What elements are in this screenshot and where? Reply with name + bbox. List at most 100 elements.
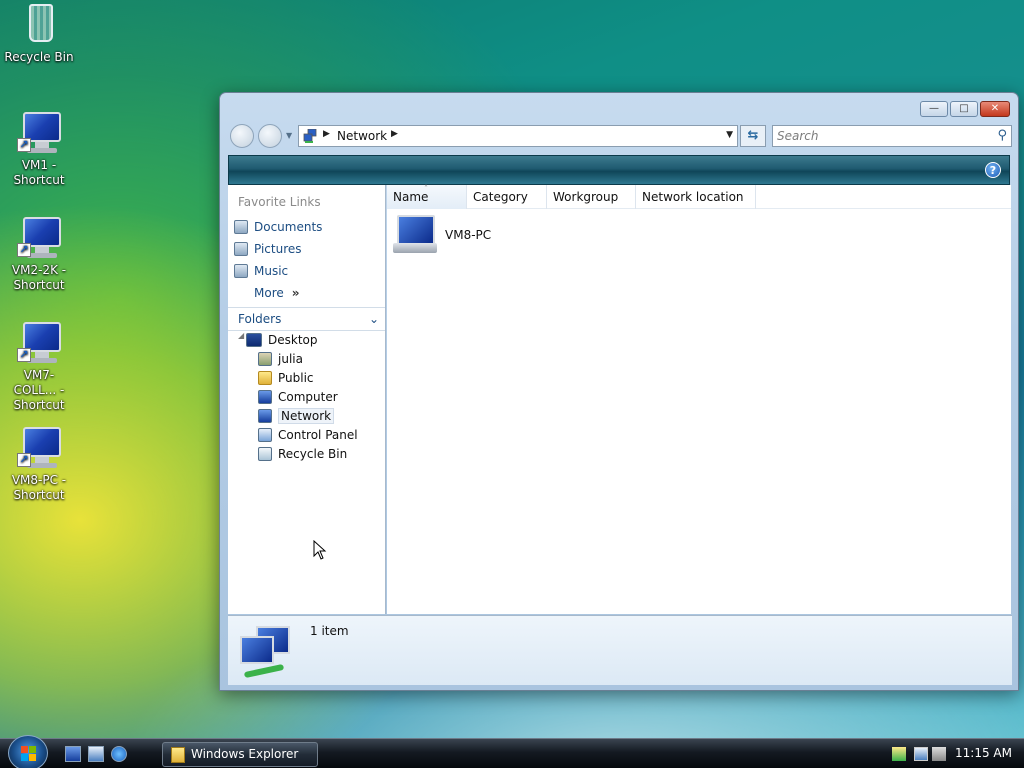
system-tray: 11:15 AM [884,739,1024,768]
desktop-icon-recycle-bin[interactable]: Recycle Bin [4,2,74,65]
search-input[interactable] [773,126,983,146]
close-button[interactable]: ✕ [980,101,1010,117]
windows-logo-icon [21,746,37,762]
recycle-bin-icon [258,447,272,461]
magnifier-icon[interactable]: ⚲ [997,128,1007,143]
tree-item-public[interactable]: Public [258,369,314,387]
file-list[interactable]: ˄ Name Category Workgroup Network locati… [387,184,1011,614]
tree-item-label: Public [278,371,314,385]
chevron-down-icon: ⌄ [368,312,379,326]
favorite-link-label: More [254,286,284,300]
details-pane: 1 item [228,615,1012,685]
tree-item-label: julia [278,352,303,366]
mouse-cursor-icon [313,540,327,560]
taskbar: Windows Explorer 11:15 AM [0,735,1024,768]
forward-button[interactable] [258,124,282,148]
desktop-icon-vm7-shortcut[interactable]: ↗ VM7-COLL... - Shortcut [4,320,74,413]
desktop-icon [246,333,262,347]
tree-item-desktop[interactable]: Desktop [246,331,318,349]
favorite-link-label: Music [254,264,289,278]
tree-item-label: Network [278,408,335,424]
documents-icon [234,220,248,234]
address-dropdown[interactable]: ▼ [726,130,733,140]
desktop-icon-vm1-shortcut[interactable]: ↗ VM1 - Shortcut [4,110,74,188]
folders-title: Folders [238,312,282,326]
desktop-icon-label: VM7-COLL... - Shortcut [13,368,65,412]
tree-expander-icon[interactable]: ◢ [238,331,244,340]
folder-icon [258,371,272,385]
list-item-name: VM8-PC [445,228,492,242]
tree-item-label: Control Panel [278,428,358,442]
minimize-button[interactable]: — [920,101,948,117]
tree-item-control-panel[interactable]: Control Panel [258,426,358,444]
breadcrumb-separator[interactable]: ▶ [391,129,398,139]
desktop-icon-label: VM8-PC - Shortcut [11,473,67,502]
music-icon [234,264,248,278]
sort-arrow-icon: ˄ [424,184,428,193]
explorer-window: — □ ✕ ▼ ▶ Network ▶ ▼ ⇆ ⚲ ? Favorite Lin… [219,92,1019,691]
user-folder-icon [258,352,272,366]
desktop-icon-vm8-shortcut[interactable]: ↗ VM8-PC - Shortcut [4,425,74,503]
favorite-link-pictures[interactable]: Pictures [234,239,302,259]
taskbar-button-windows-explorer[interactable]: Windows Explorer [162,742,318,767]
computer-shortcut-icon: ↗ [15,320,63,366]
tree-item-computer[interactable]: Computer [258,388,338,406]
favorite-link-documents[interactable]: Documents [234,217,322,237]
help-button[interactable]: ? [985,162,1001,178]
desktop-icon-label: VM2-2K - Shortcut [11,263,67,292]
computer-icon [393,215,437,255]
control-panel-icon [258,428,272,442]
internet-explorer-icon[interactable] [111,746,127,762]
favorite-link-more[interactable]: More » [254,283,300,303]
navigation-pane: Favorite Links Documents Pictures Music … [228,185,386,614]
item-count: 1 item [310,624,349,638]
favorite-link-music[interactable]: Music [234,261,288,281]
favorite-link-label: Pictures [254,242,302,256]
desktop-icon-label: VM1 - Shortcut [13,158,65,187]
breadcrumb-separator[interactable]: ▶ [323,129,330,139]
double-chevron-icon: » [291,286,300,300]
network-connected-icon[interactable] [892,747,906,761]
network-icon [236,626,296,679]
clock[interactable]: 11:15 AM [955,746,1012,760]
navigation-bar: ▼ ▶ Network ▶ ▼ ⇆ ⚲ [228,123,1012,149]
column-header-name[interactable]: ˄ Name [387,184,467,209]
desktop-icon-label: Recycle Bin [4,50,74,64]
tree-item-julia[interactable]: julia [258,350,303,368]
column-header-network-location[interactable]: Network location [636,185,756,209]
computer-icon [258,390,272,404]
tree-item-label: Desktop [268,333,318,347]
list-item[interactable]: VM8-PC [393,215,491,255]
column-header-label: Network location [642,190,744,204]
tree-item-recycle-bin[interactable]: Recycle Bin [258,445,347,463]
column-header-workgroup[interactable]: Workgroup [547,185,636,209]
network-icon[interactable] [914,747,928,761]
volume-muted-icon[interactable] [932,747,946,761]
command-bar: ? [228,155,1010,185]
pictures-icon [234,242,248,256]
tree-item-label: Computer [278,390,338,404]
recent-pages-dropdown[interactable]: ▼ [286,131,292,140]
desktop-icon-vm2-shortcut[interactable]: ↗ VM2-2K - Shortcut [4,215,74,293]
favorite-link-label: Documents [254,220,323,234]
search-box: ⚲ [772,125,1012,147]
breadcrumb-network[interactable]: Network [337,129,387,143]
favorite-links-title: Favorite Links [238,195,321,209]
tree-item-label: Recycle Bin [278,447,348,461]
taskbar-button-label: Windows Explorer [191,747,299,761]
column-headers: ˄ Name Category Workgroup Network locati… [387,184,1011,209]
show-desktop-icon[interactable] [65,746,81,762]
computer-shortcut-icon: ↗ [15,110,63,156]
start-button[interactable] [8,735,48,768]
switch-windows-icon[interactable] [88,746,104,762]
address-bar[interactable]: ▶ Network ▶ ▼ [298,125,738,147]
folder-icon [171,747,185,763]
column-header-label: Category [473,190,528,204]
computer-shortcut-icon: ↗ [15,425,63,471]
back-button[interactable] [230,124,254,148]
folders-header[interactable]: Folders ⌄ [228,307,385,331]
maximize-button[interactable]: □ [950,101,978,117]
tree-item-network[interactable]: Network [258,407,335,425]
column-header-category[interactable]: Category [467,185,547,209]
refresh-button[interactable]: ⇆ [740,125,766,147]
